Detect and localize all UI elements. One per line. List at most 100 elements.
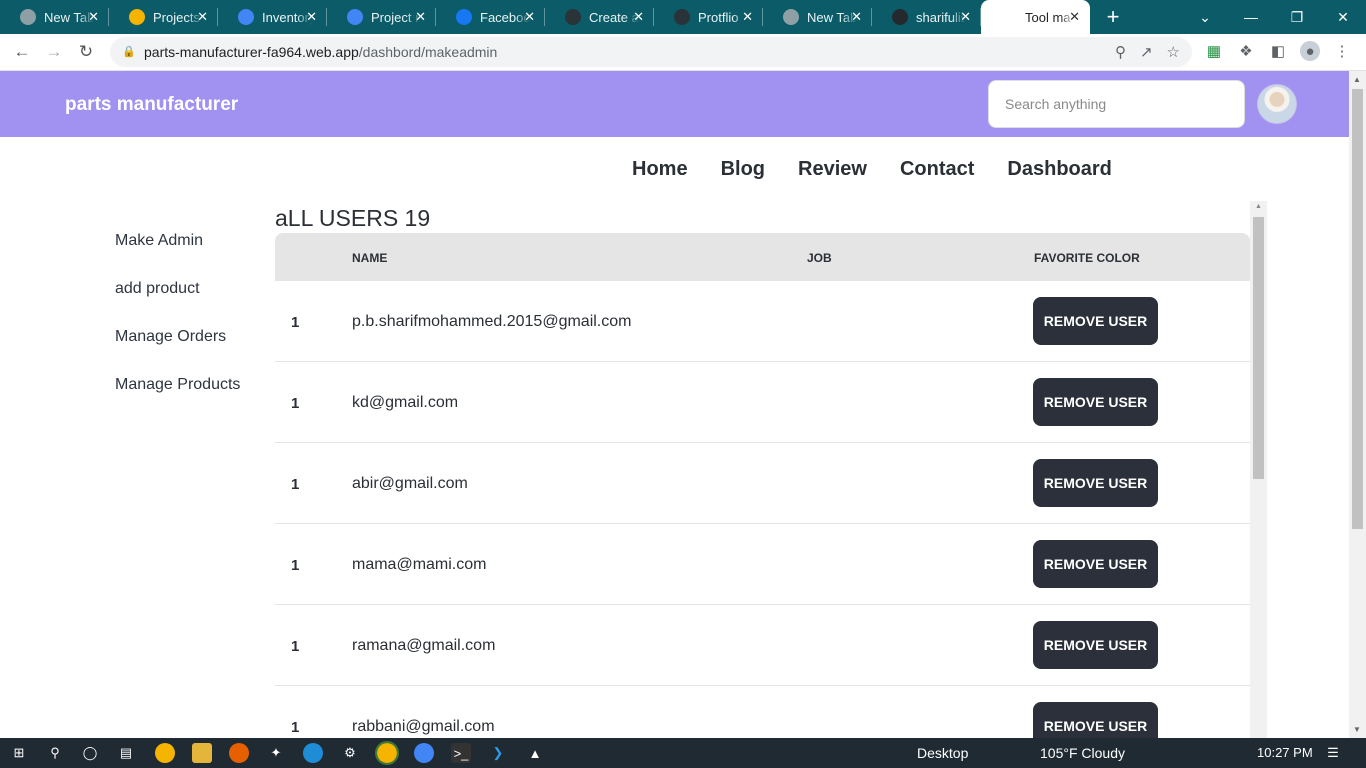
vscode-icon[interactable]: ❯ [488,743,508,763]
chrome-taskbar-icon[interactable] [155,743,175,763]
reload-icon[interactable]: ↻ [70,36,102,68]
tool-icon [1001,9,1017,25]
tab-label: sharifulis [916,9,966,25]
remove-user-button[interactable]: REMOVE USER [1033,459,1158,507]
page-title: aLL USERS 19 [275,205,431,231]
page-scrollbar[interactable]: ▲ ▼ [1349,71,1366,738]
back-icon[interactable]: ← [6,36,38,68]
sidebar-item-add-product[interactable]: add product [115,280,265,328]
row-number: 1 [291,476,300,493]
sidebar-item-make-admin[interactable]: Make Admin [115,232,265,280]
tab-label: New Tab [44,9,94,25]
browser-tab-strip: New Tab ✕ Projects ✕ Inventory ✕ Project r ✕ Fac… [0,0,1366,34]
browser-tab[interactable]: sharifulis ✕ [872,0,981,34]
browser-tab[interactable]: New Tab ✕ [763,0,872,34]
remove-user-button[interactable]: REMOVE USER [1033,621,1158,669]
browser-tab[interactable]: New Tab ✕ [0,0,109,34]
key-icon[interactable]: ⚲ [1115,43,1126,61]
nav-review[interactable]: Review [798,158,867,181]
chrome-icon [783,9,799,25]
browser-tab[interactable]: Facebook✕ [436,0,545,34]
firefox-icon[interactable] [229,743,249,763]
taskbar-search-icon[interactable]: ⚲ [45,743,65,763]
drive-icon [129,9,145,25]
column-header-job: JOB [807,251,832,265]
nav-contact[interactable]: Contact [900,158,974,181]
sidebar-item-manage-products[interactable]: Manage Products [115,376,265,424]
profile-avatar-icon[interactable]: ● [1300,41,1320,61]
edge-icon[interactable] [303,743,323,763]
browser-tab[interactable]: Inventory ✕ [218,0,327,34]
browser-tab[interactable]: Protflio ✕ [654,0,763,34]
browser-tab[interactable]: Projects ✕ [109,0,218,34]
tab-close-icon[interactable]: ✕ [415,9,426,25]
browser-tab[interactable]: Tool ma ✕ [981,0,1090,34]
tab-search-icon[interactable]: ⌄ [1182,0,1228,34]
nav-blog[interactable]: Blog [721,158,765,181]
extension-meter-icon[interactable]: ▦ [1204,41,1224,61]
facebook-icon [456,9,472,25]
table-row: 1 rabbani@gmail.com REMOVE USER [275,686,1250,738]
new-tab-button[interactable]: + [1098,0,1128,34]
url-path: /dashbord/makeadmin [358,44,498,60]
app-icon[interactable]: ⚙ [340,743,360,763]
file-explorer-icon[interactable] [192,743,212,763]
notifications-icon[interactable]: ☰ [1323,743,1343,763]
users-table: NAME JOB FAVORITE COLOR 1 p.b.sharifmoham… [275,233,1250,738]
side-panel-icon[interactable]: ◧ [1268,41,1288,61]
table-row: 1 abir@gmail.com REMOVE USER [275,443,1250,524]
nav-dashboard[interactable]: Dashboard [1007,158,1111,181]
desktop-label[interactable]: Desktop [917,745,968,761]
tab-close-icon[interactable]: ✕ [306,9,317,25]
bookmark-star-icon[interactable]: ☆ [1167,43,1180,61]
address-bar[interactable]: 🔒 parts-manufacturer-fa964.web.app/dashb… [110,37,1192,67]
task-view-icon[interactable]: ▤ [116,743,136,763]
share-icon[interactable]: ↗ [1140,43,1153,61]
column-header-name: NAME [352,251,388,265]
browser-tab[interactable]: Project r ✕ [327,0,436,34]
chrome-profile-icon[interactable] [414,743,434,763]
tab-close-icon[interactable]: ✕ [197,9,208,25]
browser-tab[interactable]: Create a ✕ [545,0,654,34]
extensions-puzzle-icon[interactable]: ❖ [1236,41,1256,61]
table-row: 1 kd@gmail.com REMOVE USER [275,362,1250,443]
docs-icon [347,9,363,25]
tab-close-icon[interactable]: ✕ [960,9,971,25]
minimize-icon[interactable]: — [1228,0,1274,34]
windows-taskbar: ⊞ ⚲ ◯ ▤ ✦ ⚙ >_ ❯ ▲ Desktop 105°F Cloudy … [0,738,1366,768]
nav-home[interactable]: Home [632,158,688,181]
remove-user-button[interactable]: REMOVE USER [1033,702,1158,738]
tab-label: New Tab [807,9,857,25]
tool-app-icon[interactable]: ✦ [266,743,286,763]
sidebar-item-manage-orders[interactable]: Manage Orders [115,328,265,376]
tab-close-icon[interactable]: ✕ [742,9,753,25]
tab-close-icon[interactable]: ✕ [1069,9,1080,25]
tab-close-icon[interactable]: ✕ [633,9,644,25]
forward-icon[interactable]: → [38,36,70,68]
site-brand[interactable]: parts manufacturer [65,94,238,116]
windows-start-icon[interactable]: ⊞ [9,743,29,763]
user-email: mama@mami.com [352,556,487,573]
search-input[interactable] [988,80,1245,128]
terminal-icon[interactable]: >_ [451,743,471,763]
browser-menu-icon[interactable]: ⋮ [1332,41,1352,61]
dashboard-sidebar: Make Admin add product Manage Orders Man… [115,232,265,424]
chrome-active-icon[interactable] [375,741,399,765]
remove-user-button[interactable]: REMOVE USER [1033,378,1158,426]
tab-close-icon[interactable]: ✕ [88,9,99,25]
tab-close-icon[interactable]: ✕ [851,9,862,25]
cortana-icon[interactable]: ◯ [80,743,100,763]
remove-user-button[interactable]: REMOVE USER [1033,540,1158,588]
browser-toolbar: ← → ↻ 🔒 parts-manufacturer-fa964.web.app… [0,34,1366,71]
window-close-icon[interactable]: ✕ [1320,0,1366,34]
maximize-icon[interactable]: ❐ [1274,0,1320,34]
user-avatar[interactable] [1257,84,1297,124]
weather-text[interactable]: 105°F Cloudy [1040,745,1125,761]
tab-close-icon[interactable]: ✕ [524,9,535,25]
table-scrollbar[interactable]: ▲ [1250,201,1267,738]
remove-user-button[interactable]: REMOVE USER [1033,297,1158,345]
clock-time[interactable]: 10:27 PM [1257,745,1313,760]
github-icon [892,9,908,25]
tab-label: Facebook [480,9,530,25]
photos-icon[interactable]: ▲ [525,743,545,763]
